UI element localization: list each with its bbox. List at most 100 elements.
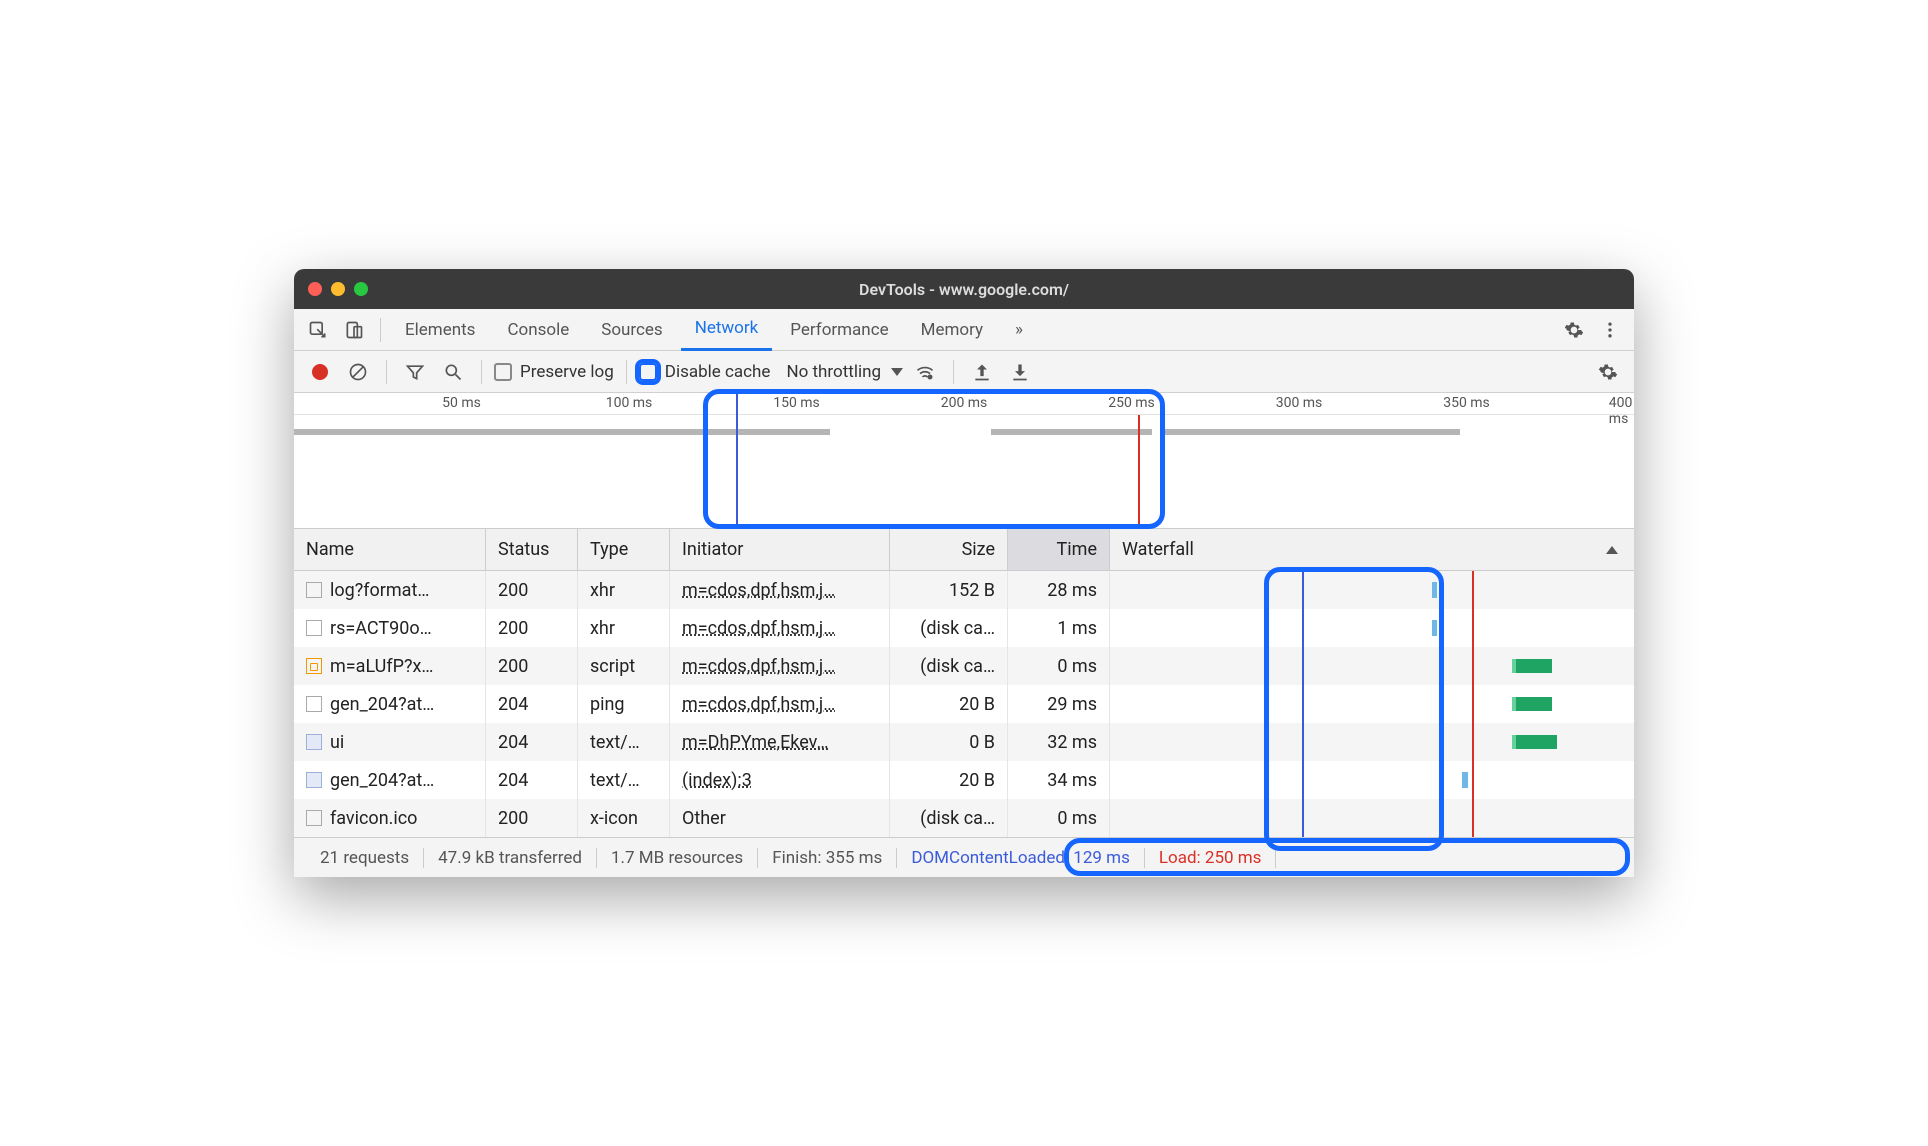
timeline-body bbox=[294, 415, 1634, 529]
status-requests: 21 requests bbox=[306, 848, 424, 868]
initiator-link[interactable]: m=cdos,dpf,hsm,j… bbox=[682, 694, 835, 715]
separator bbox=[380, 318, 381, 342]
cell-initiator[interactable]: m=DhPYme,Ekev… bbox=[670, 723, 890, 761]
column-header-name[interactable]: Name bbox=[294, 529, 486, 570]
waterfall-label: Waterfall bbox=[1122, 539, 1194, 560]
load-marker bbox=[1472, 723, 1474, 761]
cell-type: text/… bbox=[578, 723, 670, 761]
load-marker bbox=[1472, 647, 1474, 685]
network-settings-icon[interactable] bbox=[1592, 356, 1624, 388]
cell-type: xhr bbox=[578, 609, 670, 647]
tab-memory[interactable]: Memory bbox=[907, 309, 997, 351]
upload-har-icon[interactable] bbox=[966, 356, 998, 388]
cell-name[interactable]: rs=ACT90o… bbox=[294, 609, 486, 647]
inspect-element-icon[interactable] bbox=[302, 314, 334, 346]
record-button[interactable] bbox=[304, 356, 336, 388]
tab-sources[interactable]: Sources bbox=[587, 309, 676, 351]
sort-ascending-icon bbox=[1606, 546, 1618, 554]
load-marker bbox=[1472, 609, 1474, 647]
file-name: m=aLUfP?x… bbox=[330, 656, 433, 677]
status-finish: Finish: 355 ms bbox=[758, 848, 897, 868]
column-header-type[interactable]: Type bbox=[578, 529, 670, 570]
network-grid-body: log?format…200xhrm=cdos,dpf,hsm,j…152 B2… bbox=[294, 571, 1634, 837]
cell-name[interactable]: gen_204?at… bbox=[294, 761, 486, 799]
cell-initiator[interactable]: m=cdos,dpf,hsm,j… bbox=[670, 647, 890, 685]
disable-cache-toggle[interactable]: Disable cache bbox=[639, 362, 771, 382]
column-header-time[interactable]: Time bbox=[1008, 529, 1110, 570]
cell-status: 200 bbox=[486, 571, 578, 609]
file-name: gen_204?at… bbox=[330, 694, 434, 715]
tab-performance[interactable]: Performance bbox=[776, 309, 902, 351]
cell-initiator[interactable]: m=cdos,dpf,hsm,j… bbox=[670, 685, 890, 723]
status-transferred: 47.9 kB transferred bbox=[424, 848, 597, 868]
tab-more[interactable]: » bbox=[1001, 309, 1037, 351]
initiator-link[interactable]: m=cdos,dpf,hsm,j… bbox=[682, 618, 835, 639]
maximize-window-button[interactable] bbox=[354, 282, 368, 296]
cell-initiator[interactable]: m=cdos,dpf,hsm,j… bbox=[670, 609, 890, 647]
file-icon bbox=[306, 696, 322, 712]
column-header-status[interactable]: Status bbox=[486, 529, 578, 570]
chevron-down-icon bbox=[891, 368, 903, 376]
initiator-link[interactable]: m=cdos,dpf,hsm,j… bbox=[682, 656, 835, 677]
gear-icon[interactable] bbox=[1558, 314, 1590, 346]
preserve-log-toggle[interactable]: Preserve log bbox=[494, 362, 614, 382]
download-har-icon[interactable] bbox=[1004, 356, 1036, 388]
column-header-size[interactable]: Size bbox=[890, 529, 1008, 570]
initiator-link[interactable]: m=DhPYme,Ekev… bbox=[682, 732, 829, 753]
clear-icon[interactable] bbox=[342, 356, 374, 388]
cell-time: 28 ms bbox=[1008, 571, 1110, 609]
timeline-overview[interactable]: 50 ms 100 ms 150 ms 200 ms 250 ms 300 ms… bbox=[294, 393, 1634, 529]
file-icon bbox=[306, 734, 322, 750]
window-title: DevTools - www.google.com/ bbox=[294, 280, 1634, 299]
cell-initiator[interactable]: Other bbox=[670, 799, 890, 837]
tick-label: 300 ms bbox=[1276, 395, 1323, 411]
status-resources: 1.7 MB resources bbox=[597, 848, 758, 868]
disable-cache-label: Disable cache bbox=[665, 362, 771, 382]
tick-label: 100 ms bbox=[606, 395, 653, 411]
tab-network[interactable]: Network bbox=[681, 309, 773, 351]
initiator-link[interactable]: (index):3 bbox=[682, 770, 752, 791]
file-icon bbox=[306, 772, 322, 788]
tab-elements[interactable]: Elements bbox=[391, 309, 489, 351]
cell-time: 0 ms bbox=[1008, 799, 1110, 837]
cell-initiator[interactable]: (index):3 bbox=[670, 761, 890, 799]
filter-icon[interactable] bbox=[399, 356, 431, 388]
search-icon[interactable] bbox=[437, 356, 469, 388]
network-grid-header: Name Status Type Initiator Size Time Wat… bbox=[294, 529, 1634, 571]
cell-size: 0 B bbox=[890, 723, 1008, 761]
network-conditions-icon[interactable] bbox=[909, 356, 941, 388]
network-toolbar: Preserve log Disable cache No throttling bbox=[294, 351, 1634, 393]
close-window-button[interactable] bbox=[308, 282, 322, 296]
minimize-window-button[interactable] bbox=[331, 282, 345, 296]
tab-console[interactable]: Console bbox=[493, 309, 583, 351]
checkbox-icon[interactable] bbox=[494, 363, 512, 381]
column-header-waterfall[interactable]: Waterfall bbox=[1110, 529, 1634, 570]
cell-time: 34 ms bbox=[1008, 761, 1110, 799]
cell-name[interactable]: log?format… bbox=[294, 571, 486, 609]
column-header-initiator[interactable]: Initiator bbox=[670, 529, 890, 570]
cell-time: 1 ms bbox=[1008, 609, 1110, 647]
cell-status: 200 bbox=[486, 799, 578, 837]
cell-name[interactable]: favicon.ico bbox=[294, 799, 486, 837]
checkbox-icon[interactable] bbox=[639, 363, 657, 381]
cell-size: 20 B bbox=[890, 761, 1008, 799]
cell-name[interactable]: ui bbox=[294, 723, 486, 761]
kebab-menu-icon[interactable] bbox=[1594, 314, 1626, 346]
file-name: favicon.ico bbox=[330, 808, 417, 829]
annotation-highlight bbox=[703, 389, 1165, 529]
cell-status: 204 bbox=[486, 685, 578, 723]
cell-type: script bbox=[578, 647, 670, 685]
cell-status: 204 bbox=[486, 761, 578, 799]
file-icon bbox=[306, 810, 322, 826]
cell-time: 0 ms bbox=[1008, 647, 1110, 685]
tick-label: 50 ms bbox=[442, 395, 481, 411]
file-icon bbox=[306, 620, 322, 636]
device-toolbar-icon[interactable] bbox=[338, 314, 370, 346]
throttling-select[interactable]: No throttling bbox=[786, 362, 903, 382]
cell-name[interactable]: gen_204?at… bbox=[294, 685, 486, 723]
initiator-link[interactable]: m=cdos,dpf,hsm,j… bbox=[682, 580, 835, 601]
file-icon bbox=[306, 582, 322, 598]
cell-initiator[interactable]: m=cdos,dpf,hsm,j… bbox=[670, 571, 890, 609]
throttling-label: No throttling bbox=[786, 362, 881, 382]
cell-name[interactable]: m=aLUfP?x… bbox=[294, 647, 486, 685]
